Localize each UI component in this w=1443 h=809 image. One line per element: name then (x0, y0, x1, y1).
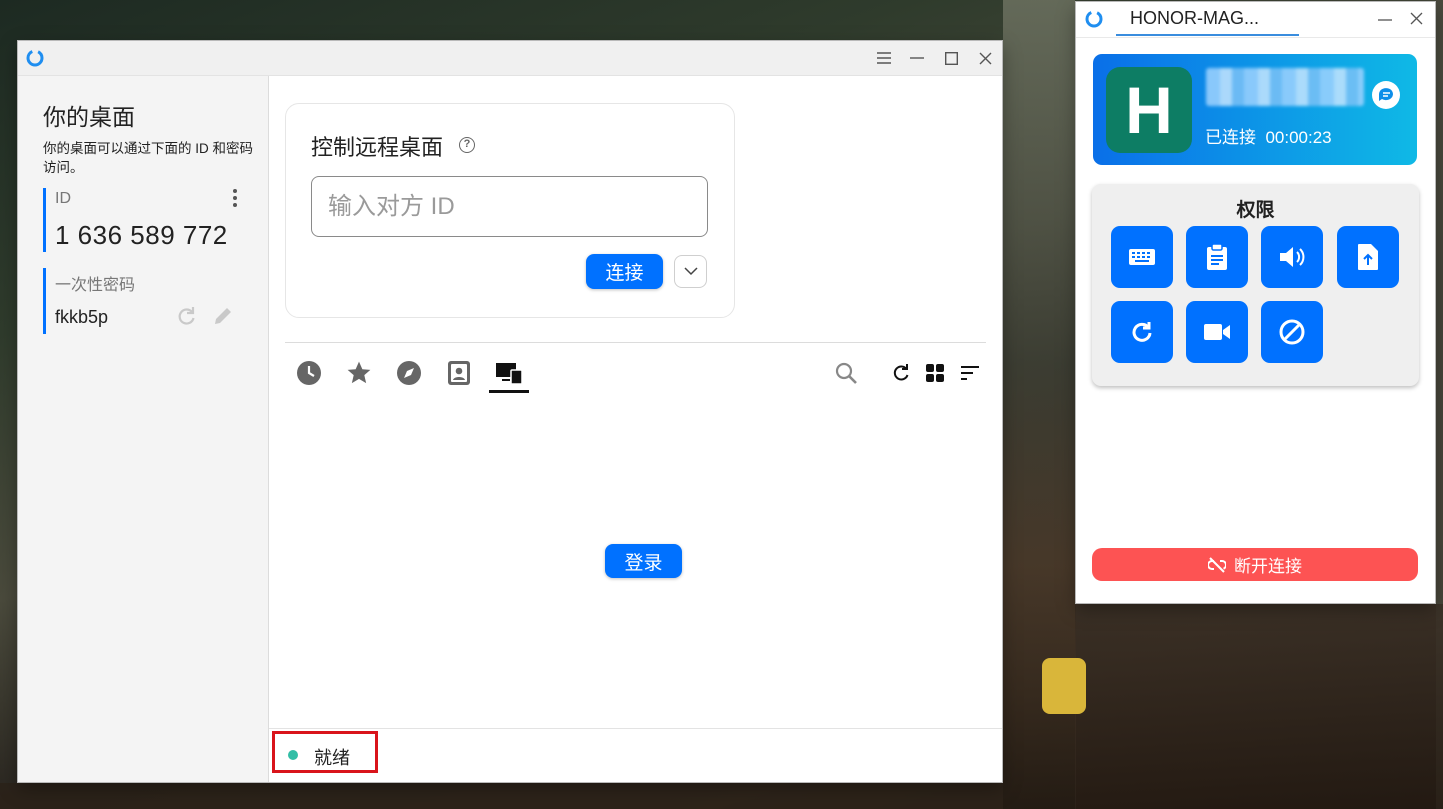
file-transfer-icon[interactable] (1337, 226, 1399, 288)
connection-tab[interactable]: HONOR-MAG... (1116, 2, 1299, 36)
close-button[interactable] (1410, 12, 1424, 26)
avatar: H (1106, 67, 1192, 153)
your-desktop-title: 你的桌面 (43, 104, 135, 130)
login-button[interactable]: 登录 (605, 544, 682, 578)
search-icon[interactable] (831, 358, 861, 388)
keyboard-icon[interactable] (1111, 226, 1173, 288)
your-desktop-description: 你的桌面可以通过下面的 ID 和密码访问。 (43, 141, 254, 175)
accessible-devices-icon[interactable] (494, 358, 524, 388)
chevron-down-icon (683, 267, 698, 276)
audio-icon[interactable] (1261, 226, 1323, 288)
status-bar: 就绪 (269, 728, 1002, 782)
lantern (1042, 658, 1086, 714)
connection-title-bar: HONOR-MAG... (1076, 2, 1435, 38)
permissions-panel: 权限 (1092, 184, 1419, 386)
clipboard-icon[interactable] (1186, 226, 1248, 288)
sort-icon[interactable] (955, 358, 985, 388)
help-icon[interactable]: ? (459, 137, 475, 153)
connect-button[interactable]: 连接 (586, 254, 663, 289)
right-area: 控制远程桌面 ? 连接 (269, 76, 1002, 782)
recording-icon[interactable] (1186, 301, 1248, 363)
id-value: 1 636 589 772 (55, 220, 228, 250)
app-logo-icon (26, 49, 44, 67)
id-accent-bar (43, 188, 46, 252)
disconnect-label: 断开连接 (1234, 557, 1302, 576)
status-highlight-box (272, 731, 378, 773)
password-label: 一次性密码 (55, 277, 136, 294)
link-off-icon (1208, 556, 1226, 573)
address-book-icon[interactable] (444, 358, 474, 388)
chat-icon[interactable] (1372, 81, 1400, 109)
close-button[interactable] (968, 41, 1002, 75)
refresh-icon[interactable] (886, 358, 916, 388)
app-logo-icon (1085, 10, 1103, 28)
wallpaper-bottom (0, 783, 1003, 809)
refresh-password-icon[interactable] (175, 305, 197, 327)
peer-profile-card: H 已连接 00:00:23 (1093, 54, 1417, 165)
section-divider (285, 342, 986, 343)
password-value: fkkb5p (55, 307, 109, 327)
disconnect-button[interactable]: 断开连接 (1092, 548, 1418, 581)
maximize-button[interactable] (934, 41, 968, 75)
edit-password-icon[interactable] (212, 305, 236, 327)
connection-status: 已连接 00:00:23 (1205, 128, 1332, 147)
id-label: ID (55, 190, 71, 207)
wallpaper-ground (1076, 604, 1443, 809)
id-more-icon[interactable] (230, 189, 240, 207)
password-accent-bar (43, 268, 46, 334)
left-panel: 你的桌面 你的桌面可以通过下面的 ID 和密码访问。 ID 1 636 589 … (18, 76, 269, 782)
connect-options-dropdown[interactable] (674, 255, 707, 288)
minimize-button[interactable] (900, 41, 934, 75)
remote-control-title: 控制远程桌面 (311, 135, 444, 160)
connection-window: HONOR-MAG... H 已连接 00:00:23 权限 断开连接 (1076, 2, 1435, 603)
title-bar (18, 41, 1002, 76)
remote-id-input[interactable] (311, 176, 708, 237)
block-input-icon[interactable] (1261, 301, 1323, 363)
peer-name-redacted (1206, 68, 1364, 106)
menu-icon[interactable] (867, 41, 901, 75)
remote-control-card: 控制远程桌面 ? 连接 (285, 103, 735, 318)
favorites-icon[interactable] (344, 358, 374, 388)
restart-icon[interactable] (1111, 301, 1173, 363)
active-tab-indicator (489, 390, 529, 393)
grid-view-icon[interactable] (920, 358, 950, 388)
minimize-button[interactable] (1378, 12, 1392, 26)
permissions-title: 权限 (1236, 200, 1275, 221)
main-window: 你的桌面 你的桌面可以通过下面的 ID 和密码访问。 ID 1 636 589 … (18, 41, 1002, 782)
recent-sessions-icon[interactable] (294, 358, 324, 388)
discovered-icon[interactable] (394, 358, 424, 388)
